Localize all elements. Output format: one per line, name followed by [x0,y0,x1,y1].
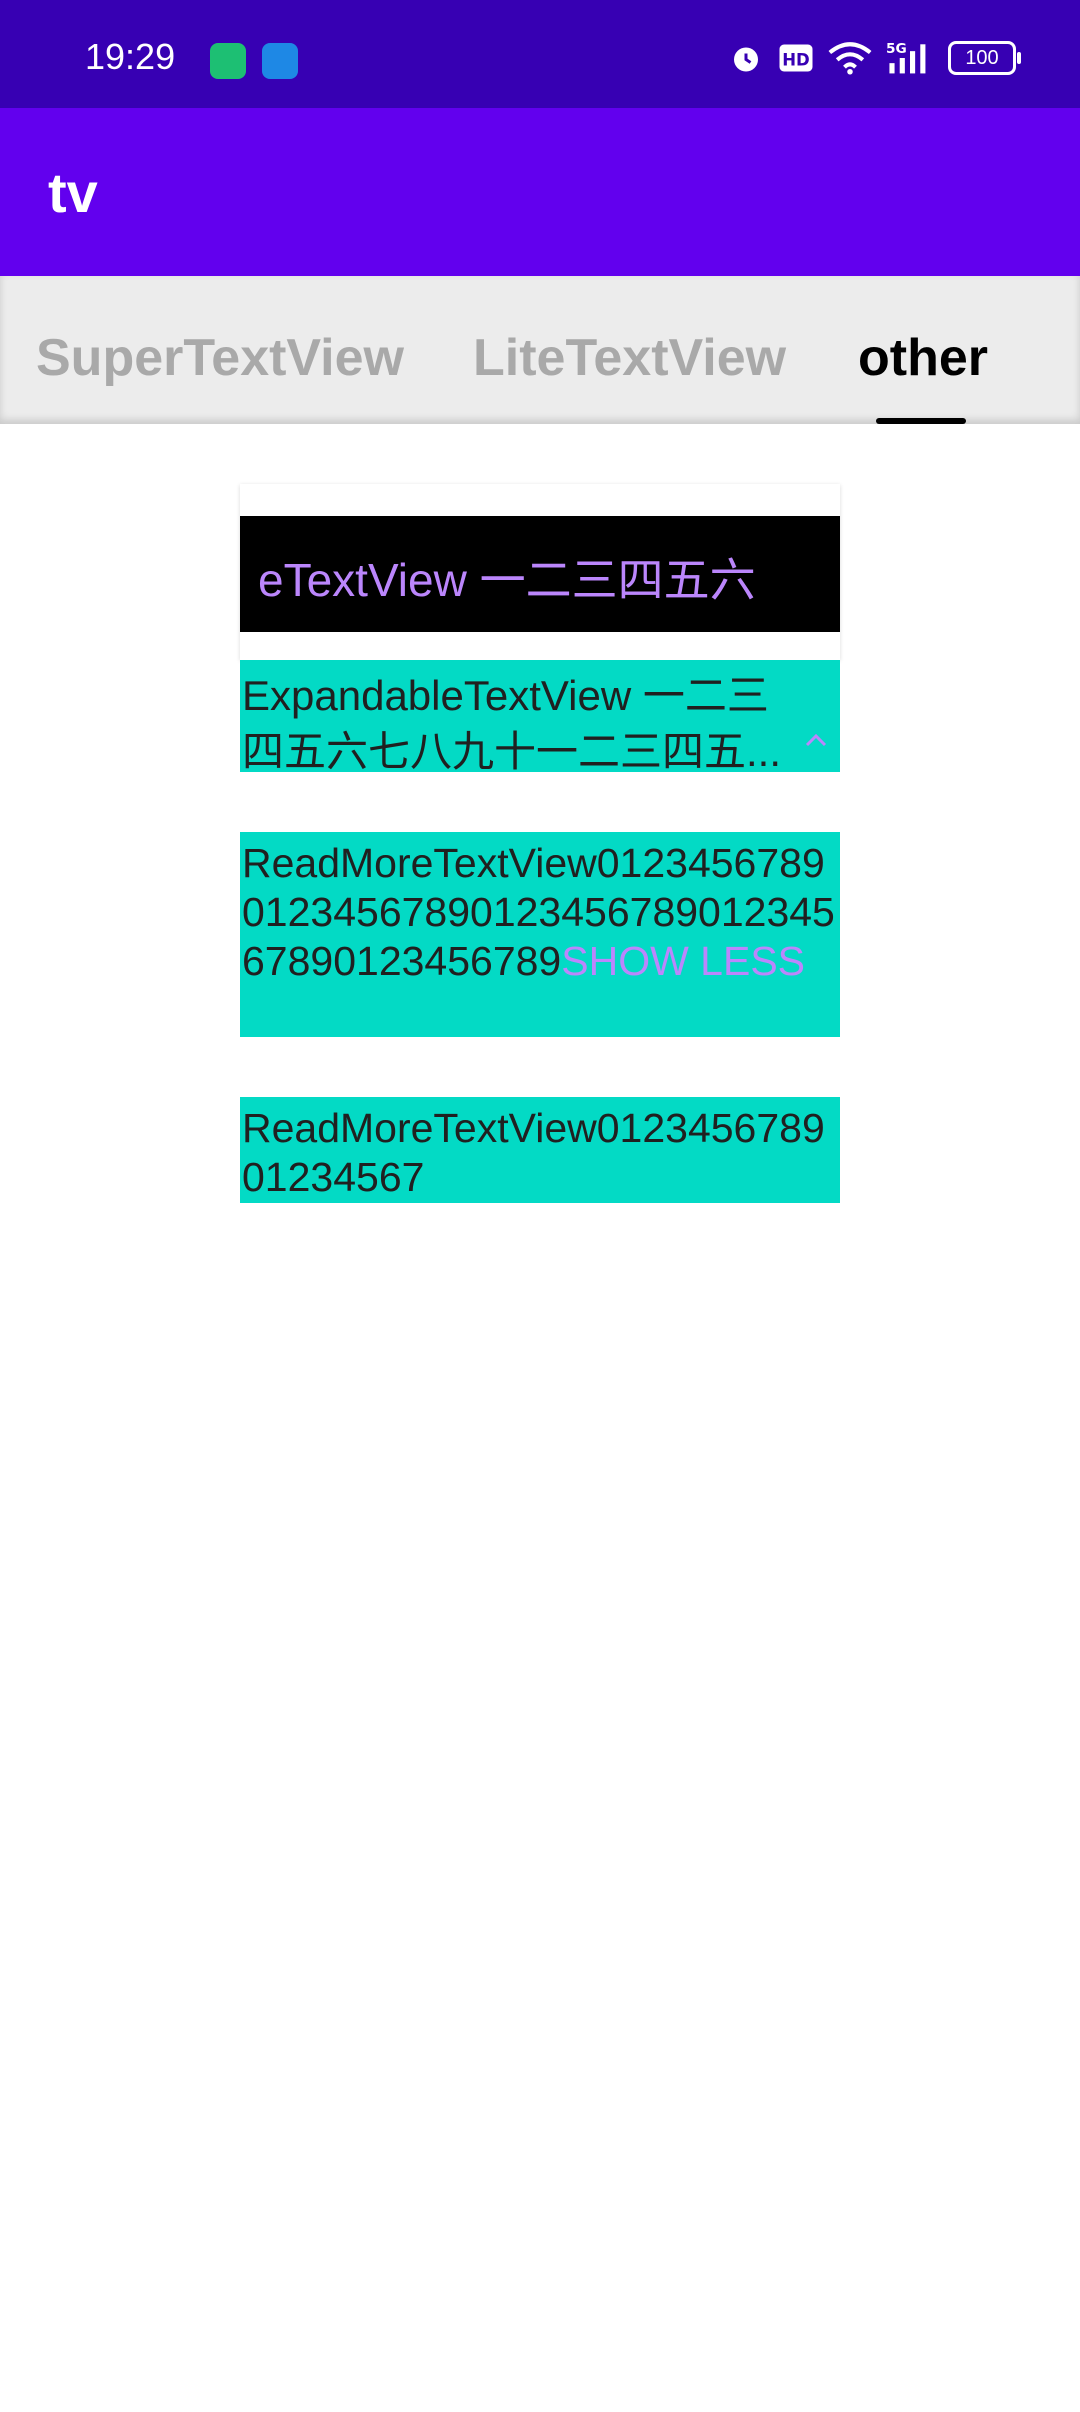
marquee-text: eTextView 一二三四五六 [258,554,756,606]
navigation-app-icon [262,43,298,79]
readmore-text-collapsed: ReadMoreTextView012345678901234567 [242,1105,825,1200]
5g-signal-icon: 5G [886,41,926,74]
tab-bar: SuperTextView LiteTextView other [0,276,1080,424]
tab-litetextview[interactable]: LiteTextView [473,328,786,388]
network-label: 5G [886,41,907,57]
expandable-line-2: 四五六七八九十一二三四五... [242,728,782,775]
tab-other[interactable]: other [858,328,988,388]
show-less-link[interactable]: SHOW LESS [561,938,805,984]
readmore-text-expanded: ReadMoreTextView012345678901234567890123… [242,839,838,986]
chevron-up-icon[interactable] [802,730,830,750]
hd-icon: HD [779,44,813,72]
tab-supertextview[interactable]: SuperTextView [36,328,404,388]
marquee-textview[interactable]: eTextView 一二三四五六 [240,516,840,632]
expandable-textview[interactable]: ExpandableTextView 一二三 四五六七八九十一二三四五... [240,660,840,775]
readmore-textview-expanded[interactable]: ReadMoreTextView012345678901234567890123… [240,832,840,1037]
status-time: 19:29 [85,36,176,77]
wifi-icon [828,42,872,75]
battery-icon: 100 [948,41,1021,75]
tab-indicator [876,418,966,424]
readmore-textview-collapsed[interactable]: ReadMoreTextView012345678901234567 [240,1097,840,1203]
status-icons: HD 5G 100 [728,38,1021,78]
expandable-line-1: ExpandableTextView 一二三 [242,672,769,719]
marquee-card: eTextView 一二三四五六 [240,484,840,660]
svg-text:HD: HD [782,51,810,70]
expandable-text: ExpandableTextView 一二三 四五六七八九十一二三四五... [242,668,782,780]
app-title: tv [48,161,98,224]
battery-saver-app-icon [210,43,246,79]
status-bar: 19:29 HD 5G 100 [0,0,1080,108]
alarm-icon [734,47,758,72]
app-bar: tv [0,108,1080,276]
